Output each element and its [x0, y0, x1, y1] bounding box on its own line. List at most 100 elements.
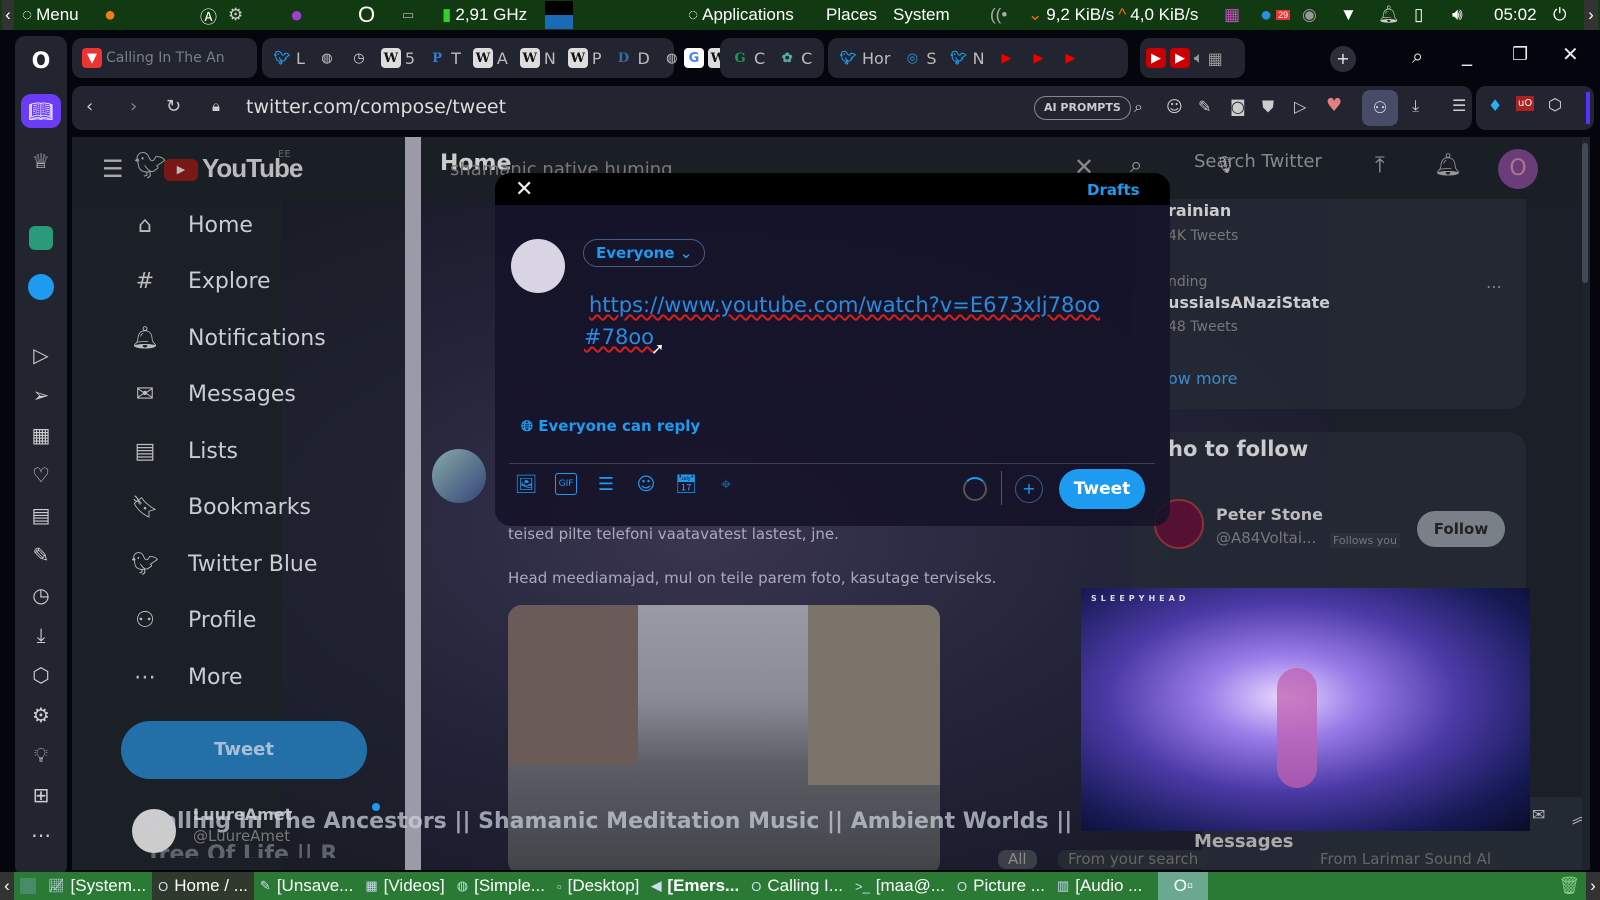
user-avatar[interactable]: O	[1498, 149, 1538, 189]
vpn-icon[interactable]: ♦	[1488, 96, 1502, 115]
more-icon[interactable]: ⋯	[21, 818, 61, 852]
reply-setting-button[interactable]: 🌐︎ Everyone can reply	[521, 417, 700, 435]
tab[interactable]: ▶	[993, 42, 1021, 74]
cube-icon[interactable]: ⬡	[21, 658, 61, 692]
pinboard-icon[interactable]: ✎	[21, 538, 61, 572]
page-scrollbar[interactable]	[405, 137, 421, 870]
gears-icon[interactable]: ⚙	[228, 0, 243, 30]
taskbar-item[interactable]: 📈︎ [System...	[42, 872, 152, 900]
tab[interactable]: DD	[609, 42, 653, 74]
upload-icon[interactable]: ⤒	[1375, 153, 1385, 178]
taskbar-item[interactable]: ▦ [Videos]	[359, 872, 450, 900]
mic-icon[interactable]: 🎙︎	[1215, 155, 1235, 174]
history-icon[interactable]: ◷	[21, 578, 61, 612]
emoji-icon[interactable]: ☺	[635, 473, 657, 495]
panel-left-arrow[interactable]: ‹	[2, 0, 14, 30]
wifi-icon[interactable]: ▼	[1340, 0, 1357, 30]
tab-overview-icon[interactable]: ▦	[1208, 49, 1223, 68]
volume-icon[interactable]: 🔊︎	[1452, 0, 1463, 30]
applications-menu[interactable]: ◌ Applications	[688, 0, 794, 30]
muted-icon[interactable]: 🔈︎	[1194, 48, 1204, 68]
places-menu[interactable]: Places	[826, 0, 877, 30]
tweet-text-link[interactable]: https://www.youtube.com/watch?v=E673xIj7…	[589, 293, 1100, 317]
workspace-switcher[interactable]: O▫	[1158, 872, 1209, 900]
tab-search-icon[interactable]: ⌕	[1412, 44, 1423, 68]
opera-logo-icon[interactable]: O	[21, 44, 61, 78]
speed-dial-icon[interactable]: ▦	[21, 418, 61, 452]
taskbar-item[interactable]: O Picture ...	[951, 872, 1051, 900]
cube-ext-icon[interactable]: ⬡	[1548, 95, 1562, 114]
poll-icon[interactable]: ☰	[595, 473, 617, 495]
snapshot-icon[interactable]: ◙	[1230, 97, 1246, 116]
power-icon[interactable]: ⏻	[1553, 0, 1566, 30]
tab[interactable]: ◷	[345, 42, 373, 74]
download-icon[interactable]: ⤓	[1412, 96, 1419, 116]
taskbar-item[interactable]: >_ [maa@...	[849, 872, 951, 900]
reading-list-icon[interactable]: 📖︎	[21, 94, 61, 128]
youtube-tab-icon[interactable]: ▶	[1170, 48, 1190, 68]
taskbar-item[interactable]: ▥ [Audio ...	[1051, 872, 1148, 900]
add-panel-icon[interactable]: ⊞	[21, 778, 61, 812]
taskbar-item[interactable]: ◍ [Simple...	[451, 872, 551, 900]
tab[interactable]: WA	[469, 42, 512, 74]
url-field[interactable]: twitter.com/compose/tweet	[246, 96, 506, 118]
nav-profile[interactable]: ⚇ Profile	[130, 599, 256, 643]
nav-more[interactable]: ⋯ More	[130, 655, 243, 699]
send-icon[interactable]: ➢	[21, 378, 61, 412]
downloads-icon[interactable]: ⤓	[21, 618, 61, 652]
nav-home[interactable]: ⌂ Home	[130, 203, 253, 247]
profile-icon[interactable]: ⚇	[1362, 90, 1398, 126]
trend-name[interactable]: ussiaIsANaziState	[1168, 293, 1330, 312]
audience-selector[interactable]: Everyone ⌄	[583, 239, 706, 267]
compose-avatar[interactable]	[511, 239, 565, 293]
close-modal-button[interactable]: ✕	[515, 177, 533, 202]
heart-icon[interactable]: ♥	[1326, 95, 1342, 116]
nav-lists[interactable]: ▤ Lists	[130, 429, 238, 473]
taskbar-item[interactable]: O Home / ...	[152, 872, 254, 900]
menu-button[interactable]: ◌ Menu	[22, 0, 79, 30]
follow-button[interactable]: Follow	[1417, 511, 1505, 547]
chip-all[interactable]: All	[998, 850, 1037, 869]
send-page-icon[interactable]: ▷	[1294, 97, 1306, 116]
twitter-sidebar-icon[interactable]	[21, 270, 61, 304]
tor-icon[interactable]: ●	[290, 0, 303, 30]
news-icon[interactable]: ▤	[21, 498, 61, 532]
schedule-icon[interactable]: 📅︎	[675, 473, 698, 495]
trend-name[interactable]: rainian	[1168, 201, 1231, 220]
close-window-button[interactable]: ✕	[1562, 42, 1579, 66]
system-menu[interactable]: System	[893, 0, 950, 30]
image-icon[interactable]: 🖼︎	[515, 473, 538, 495]
ai-prompts-button[interactable]: AI PROMPTS	[1034, 96, 1131, 120]
tab[interactable]: 🐦︎ Hor	[834, 42, 894, 74]
bell-icon[interactable]: 🔔︎	[1378, 0, 1400, 30]
hamburger-icon[interactable]: ☰	[102, 155, 124, 183]
tab[interactable]: ✿ C	[773, 42, 816, 74]
nav-explore[interactable]: # Explore	[130, 260, 271, 304]
terminal-icon[interactable]: ▭	[402, 0, 414, 30]
minimize-button[interactable]: _	[1462, 42, 1472, 66]
twitter-logo-icon[interactable]: 🐦︎	[134, 151, 167, 181]
taskbar-item[interactable]: ▫ [Desktop]	[551, 872, 645, 900]
search-tool-icon[interactable]: Ⓐ	[200, 0, 217, 30]
forward-button[interactable]: ›	[130, 96, 137, 117]
crown-icon[interactable]: ♕	[21, 144, 61, 178]
firefox-icon[interactable]: ●	[104, 0, 116, 30]
youtube-tab-icon[interactable]: ▶	[1146, 48, 1166, 68]
tab[interactable]: ◍	[313, 42, 341, 74]
right-scroll-thumb[interactable]	[1582, 143, 1588, 283]
show-desktop-button[interactable]	[14, 872, 42, 900]
ublock-icon[interactable]: uO	[1516, 96, 1535, 111]
new-tab-button[interactable]: +	[1330, 46, 1356, 72]
tab[interactable]: W5	[377, 42, 419, 74]
suggestion-name[interactable]: Peter Stone	[1216, 505, 1323, 524]
chatgpt-sidebar-icon[interactable]	[21, 221, 61, 255]
location-icon[interactable]: ⌖	[715, 473, 737, 495]
messages-drawer-title[interactable]: Messages	[1194, 832, 1294, 852]
taskbar-left-arrow[interactable]: ‹	[0, 872, 14, 900]
tweet-text-hashtag[interactable]: #78oo	[584, 325, 654, 349]
telegram-icon[interactable]: ● 29	[1260, 0, 1291, 30]
reload-button[interactable]: ↻	[166, 96, 181, 117]
compose-tweet-button[interactable]: Tweet	[1059, 469, 1145, 509]
picture-in-picture-video[interactable]: SLEEPYHEAD	[1081, 588, 1530, 831]
panel-right-arrow[interactable]: ›	[1584, 0, 1598, 30]
